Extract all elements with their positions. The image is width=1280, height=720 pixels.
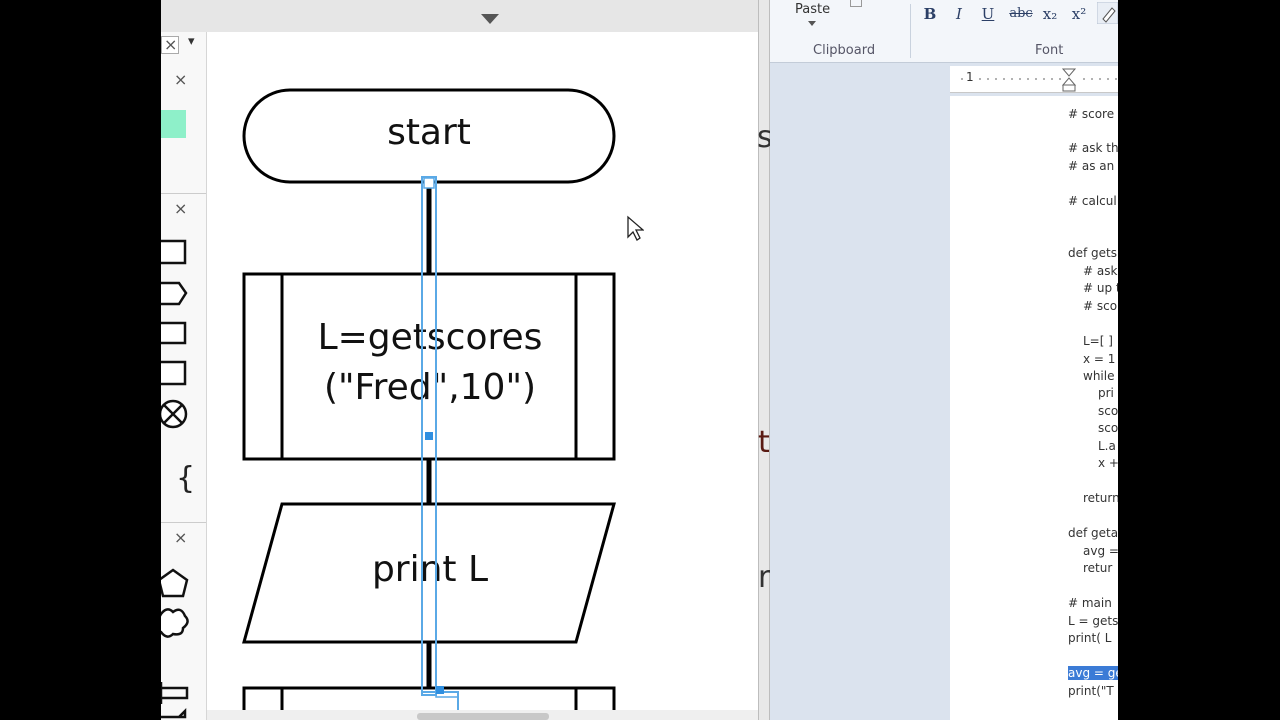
paste-button[interactable]: Paste [794,0,854,40]
code-line: # ask th [1068,141,1118,155]
connector-handle-mid[interactable] [425,432,433,440]
diagram-canvas[interactable]: start L=getscores ("Fred",10") print L [207,32,758,710]
code-line: sco [1098,404,1118,418]
process-shape-icon[interactable] [161,321,187,345]
code-line: # as an [1068,159,1115,173]
horizontal-scrollbar[interactable] [207,710,758,720]
horizontal-ruler[interactable]: 1 [950,66,1118,93]
ribbon: Paste Clipboard B I U abc x₂ x² Font [770,0,1118,63]
code-line: avg = [1083,544,1118,558]
start-label: start [387,112,471,153]
clipboard-group-label: Clipboard [813,43,876,58]
close-section-icon[interactable]: × [174,530,187,546]
pentagon-arrow-shape-icon[interactable] [161,281,188,306]
code-line: x = 1 [1083,352,1116,366]
input-output-shape[interactable]: print L [242,502,616,644]
document-shape-icon[interactable] [161,360,187,386]
ruler-ticks [961,78,1117,80]
diagram-editor-window: × ▾ × × { × start L=getscores ("Fred",10… [161,0,758,720]
flowchart: start L=getscores ("Fred",10") print L [242,88,616,710]
connector-handle-end[interactable] [436,686,444,694]
paste-label: Paste [795,2,831,17]
code-line: L=[ ] [1083,334,1113,348]
superscript-button[interactable]: x² [1068,4,1090,24]
code-line: L = gets [1068,614,1118,628]
code-line: # ask [1083,264,1118,278]
code-line: # main [1068,596,1112,610]
selected-code-line: avg = ge [1068,666,1118,680]
highlighter-icon[interactable] [1097,2,1118,24]
annotation-brace-icon[interactable]: { [176,464,195,494]
clipboard-small-icon[interactable] [850,0,862,7]
ruler-number: 1 [966,70,974,84]
italic-button[interactable]: I [948,4,970,24]
code-line: L.a [1098,439,1116,453]
collapse-arrow-icon[interactable] [481,14,499,26]
summing-junction-shape-icon[interactable] [161,399,188,429]
section-divider [161,193,206,194]
section-divider [161,522,206,523]
arrow-shape-icon[interactable] [161,682,189,704]
clear-icon[interactable]: × [164,37,177,53]
code-line: # calcul [1068,194,1117,208]
group-separator [910,4,911,58]
underline-button[interactable]: U [977,4,999,24]
background-text-fragment: t [758,425,770,460]
mouse-cursor-icon [627,215,644,241]
subscript-button[interactable]: x₂ [1039,4,1061,24]
indent-marker-icon[interactable] [1062,68,1076,92]
predefined-process-shape[interactable]: L=getscores ("Fred",10") [242,272,616,461]
code-line: while [1083,369,1115,383]
code-line: # score [1068,107,1115,121]
code-line: pri [1098,386,1114,400]
code-line: print( L [1068,631,1112,645]
word-processor-window: Paste Clipboard B I U abc x₂ x² Font 1 #… [770,0,1118,720]
document-page[interactable]: # score # ask th # as an # calcul def ge… [950,96,1118,720]
connector-handle-top[interactable] [423,177,435,189]
background-text-fragment: r [758,560,771,595]
close-section-icon[interactable]: × [174,201,187,217]
hand-shape-icon[interactable] [161,707,187,719]
rectangle-shape-icon[interactable] [161,239,187,265]
start-terminal-shape[interactable]: start [242,88,616,184]
close-section-icon[interactable]: × [174,72,187,88]
window-divider: s t r [757,0,773,720]
code-line: return [1083,491,1118,505]
font-group-label: Font [1035,43,1064,58]
editor-toolbar-strip [161,0,758,33]
shapes-sidebar: × ▾ × × { × [161,32,207,720]
bold-button[interactable]: B [919,4,941,24]
color-swatch[interactable] [161,110,186,138]
cloud-shape-icon[interactable] [161,608,189,638]
code-line: print("T [1068,684,1114,698]
process-label-line1: L=getscores [318,317,543,358]
code-line: # up t [1083,281,1118,295]
search-field[interactable]: × [161,36,179,54]
code-line: sco [1098,421,1118,435]
process-label-line2: ("Fred",10") [324,367,536,408]
scrollbar-thumb[interactable] [417,713,549,720]
code-line: # sco [1083,299,1118,313]
pentagon-shape-icon[interactable] [161,568,189,598]
dropdown-arrow-icon [808,21,816,26]
shape-palette-2 [161,568,189,719]
dropdown-arrow-icon[interactable]: ▾ [188,34,195,49]
shape-palette [161,239,188,429]
code-line: def gets [1068,246,1117,260]
code-line: x += [1098,456,1118,470]
io-label: print L [372,549,488,590]
code-line: def geta [1068,526,1118,540]
code-line: retur [1083,561,1113,575]
strikethrough-button[interactable]: abc [1006,4,1036,24]
font-format-buttons: B I U abc x₂ x² [919,0,1118,30]
